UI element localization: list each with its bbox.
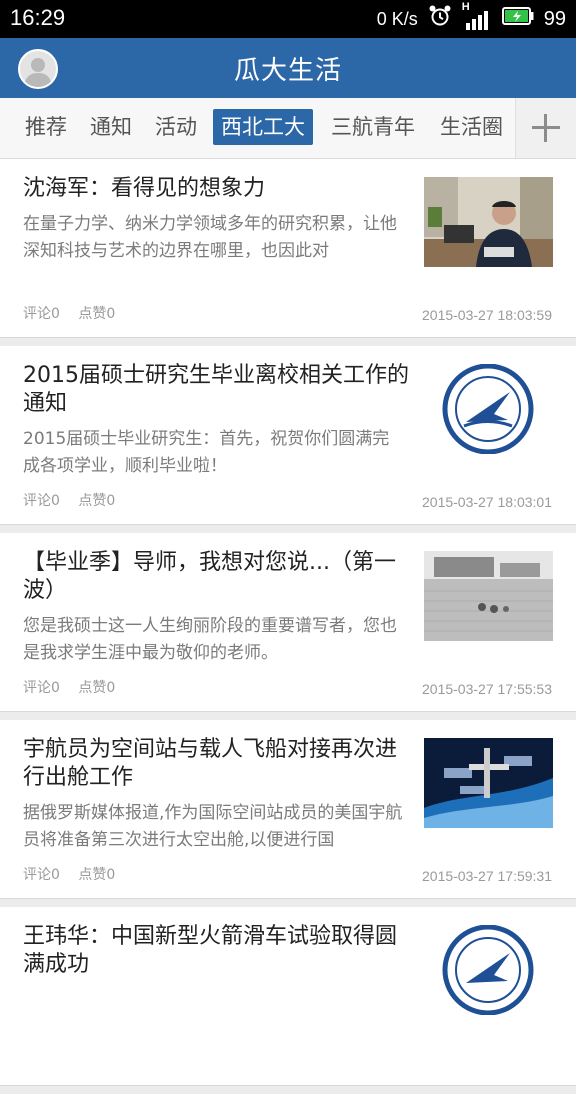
article-title: 【毕业季】导师，我想对您说...（第一波） [23,550,396,603]
article-title: 宇航员为空间站与载人飞船对接再次进行出舱工作 [23,737,398,790]
battery-icon [501,7,534,31]
article-summary: 在量子力学、纳米力学领域多年的研究积累，让他深知科技与艺术的边界在哪里，也因此对 [23,214,397,261]
like-count: 点赞0 [78,306,116,322]
article-thumbnail [424,738,553,828]
like-count: 点赞0 [78,493,116,509]
comment-count: 评论0 [23,493,60,509]
article-item[interactable]: 宇航员为空间站与载人飞船对接再次进行出舱工作 据俄罗斯媒体报道,作为国际空间站成… [0,720,576,899]
article-stats: 评论0 点赞0 [23,490,129,510]
article-summary: 2015届硕士毕业研究生：首先，祝贺你们圆满完成各项学业，顺利毕业啦！ [23,429,390,476]
article-item[interactable]: 沈海军：看得见的想象力 在量子力学、纳米力学领域多年的研究积累，让他深知科技与艺… [0,159,576,338]
like-count: 点赞0 [78,867,116,883]
article-title: 沈海军：看得见的想象力 [23,176,266,201]
article-item[interactable]: 【毕业季】导师，我想对您说...（第一波） 您是我硕士这一人生绚丽阶段的重要谱写… [0,533,576,712]
article-thumbnail [424,177,553,267]
article-title: 王玮华：中国新型火箭滑车试验取得圆满成功 [23,924,398,977]
article-list: 沈海军：看得见的想象力 在量子力学、纳米力学领域多年的研究积累，让他深知科技与艺… [0,159,576,1094]
article-time: 2015-03-27 17:55:53 [422,681,552,697]
tab-recommend[interactable]: 推荐 [17,109,75,145]
comment-count: 评论0 [23,867,60,883]
tab-notice[interactable]: 通知 [82,109,140,145]
like-count: 点赞0 [78,680,116,696]
article-time: 2015-03-27 18:03:01 [422,494,552,510]
article-time: 2015-03-27 17:59:31 [422,868,552,884]
app-header: 瓜大生活 [0,38,576,98]
category-tabs: 推荐 通知 活动 西北工大 三航青年 生活圈 [0,98,576,159]
comment-count: 评论0 [23,306,60,322]
tab-nwpu[interactable]: 西北工大 [213,109,313,145]
tab-life-circle[interactable]: 生活圈 [432,109,511,145]
comment-count: 评论0 [23,680,60,696]
article-item[interactable]: 王玮华：中国新型火箭滑车试验取得圆满成功 [0,907,576,1086]
status-icons: 0 K/s H 99 [376,1,566,34]
net-speed: 0 K/s [376,8,418,29]
article-time: 2015-03-27 18:03:59 [422,307,552,323]
article-stats: 评论0 点赞0 [23,303,129,323]
status-time: 16:29 [10,5,66,30]
article-item[interactable]: 2015届硕士研究生毕业离校相关工作的通知 2015届硕士毕业研究生：首先，祝贺… [0,346,576,525]
add-tab-button[interactable] [515,98,576,158]
university-emblem-icon [424,364,553,454]
article-stats: 评论0 点赞0 [23,677,129,697]
alarm-icon [428,4,452,34]
article-summary: 您是我硕士这一人生绚丽阶段的重要谱写者，您也是我求学生涯中最为敬仰的老师。 [23,616,397,663]
tab-activity[interactable]: 活动 [147,109,205,145]
signal-icon: H [462,1,492,31]
status-bar: 16:29 0 K/s H 99 [0,0,576,38]
app-title: 瓜大生活 [233,56,342,86]
article-title: 2015届硕士研究生毕业离校相关工作的通知 [23,363,409,416]
article-thumbnail [424,551,553,641]
battery-level: 99 [543,7,566,30]
article-summary: 据俄罗斯媒体报道,作为国际空间站成员的美国宇航员将准备第三次进行太空出舱,以便进… [23,803,403,850]
university-emblem-icon [424,925,553,1015]
article-stats: 评论0 点赞0 [23,864,129,884]
tab-sanhang-youth[interactable]: 三航青年 [323,109,423,145]
